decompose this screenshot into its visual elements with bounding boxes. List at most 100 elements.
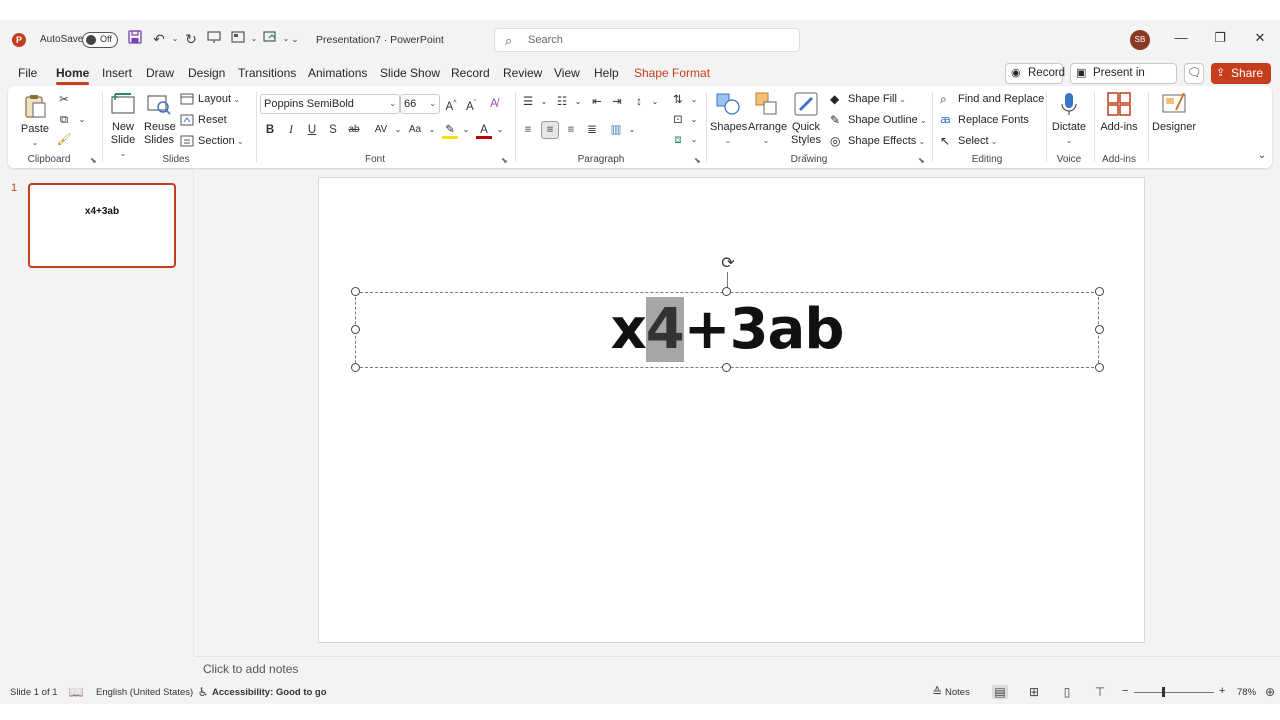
paste-button[interactable]: Paste ⌄ [20, 92, 50, 149]
line-spacing-icon[interactable]: ↕ [631, 94, 647, 110]
tab-view[interactable]: View [554, 66, 580, 80]
tab-help[interactable]: Help [594, 66, 619, 80]
change-case-dropdown-icon[interactable]: ⌄ [424, 122, 440, 138]
layout-button[interactable]: Layout ⌄ [180, 91, 240, 107]
increase-indent-icon[interactable]: ⇥ [609, 94, 625, 110]
resize-handle-right[interactable] [1095, 325, 1104, 334]
columns-icon[interactable]: ▥ [608, 122, 624, 138]
bullets-dropdown-icon[interactable]: ⌄ [536, 94, 552, 110]
present-from-start-icon[interactable] [205, 30, 223, 48]
tab-home[interactable]: Home [56, 66, 90, 85]
underline-icon[interactable]: U [304, 122, 320, 138]
zoom-slider-thumb[interactable] [1162, 687, 1165, 697]
tab-slide-show[interactable]: Slide Show [380, 66, 440, 80]
zoom-slider-track[interactable] [1134, 692, 1214, 693]
reset-button[interactable]: Reset [180, 112, 227, 128]
replace-fonts-button[interactable]: ꜳ Replace Fonts [940, 112, 1029, 128]
accessibility-status[interactable]: Accessibility: Good to go [212, 687, 327, 698]
tab-animations[interactable]: Animations [308, 66, 367, 80]
font-launcher-icon[interactable]: ⬊ [501, 156, 508, 165]
reuse-slides-button[interactable]: Reuse Slides [144, 90, 176, 147]
decrease-indent-icon[interactable]: ⇤ [589, 94, 605, 110]
justify-icon[interactable]: ≣ [584, 122, 600, 138]
tab-insert[interactable]: Insert [102, 66, 132, 80]
slide-sorter-icon[interactable]: ⊞ [1026, 685, 1042, 699]
notes-toggle[interactable]: Notes [945, 687, 970, 698]
cut-icon[interactable]: ✂ [56, 92, 72, 108]
drawing-launcher-icon[interactable]: ⬊ [918, 156, 925, 165]
bold-icon[interactable]: B [262, 122, 278, 138]
slide-thumbnail[interactable]: x4+3ab [28, 183, 176, 268]
slide-text[interactable]: x4+3ab [355, 292, 1099, 368]
slide[interactable] [318, 177, 1145, 643]
zoom-out-icon[interactable]: − [1122, 685, 1128, 697]
collapse-ribbon-icon[interactable]: ⌄ [1254, 148, 1270, 164]
zoom-level[interactable]: 78% [1237, 687, 1256, 698]
resize-handle-bottom[interactable] [722, 363, 731, 372]
slide-show-icon[interactable]: ⊤ [1092, 685, 1108, 699]
italic-icon[interactable]: I [283, 122, 299, 138]
resize-handle-bottom-left[interactable] [351, 363, 360, 372]
highlight-dropdown-icon[interactable]: ⌄ [458, 122, 474, 138]
comments-button[interactable]: 🗨 [1184, 63, 1204, 84]
shadow-icon[interactable]: S [325, 122, 341, 138]
align-text-icon[interactable]: ⊡ [670, 112, 686, 128]
minimize-icon[interactable]: — [1171, 30, 1191, 45]
text-direction-dropdown-icon[interactable]: ⌄ [686, 92, 702, 108]
resize-handle-top[interactable] [722, 287, 731, 296]
bullets-icon[interactable]: ☰ [520, 94, 536, 110]
customize-toolbar-icon[interactable]: ⌄ [286, 30, 304, 48]
fit-to-window-icon[interactable]: ⊕ [1262, 685, 1278, 699]
accessibility-icon[interactable]: ♿ [195, 685, 211, 699]
tab-record[interactable]: Record [451, 66, 490, 80]
find-and-replace-button[interactable]: ⌕ Find and Replace [940, 91, 1044, 107]
share-button[interactable]: ⇪ Share ⌄ [1211, 63, 1271, 100]
user-avatar[interactable]: SB [1130, 30, 1150, 50]
language[interactable]: English (United States) [96, 687, 193, 698]
autosave-toggle[interactable]: Off [82, 32, 118, 48]
paragraph-launcher-icon[interactable]: ⬊ [694, 156, 701, 165]
character-spacing-icon[interactable]: AV [370, 122, 392, 138]
search-box[interactable]: ⌕ Search [494, 28, 800, 52]
tab-draw[interactable]: Draw [146, 66, 174, 80]
numbering-dropdown-icon[interactable]: ⌄ [570, 94, 586, 110]
font-size-select[interactable]: 66 ⌄ [400, 94, 440, 114]
reading-view-icon[interactable]: ▯ [1059, 685, 1075, 699]
copy-icon[interactable]: ⧉ [56, 112, 72, 128]
section-button[interactable]: Section ⌄ [180, 133, 244, 149]
resize-handle-bottom-right[interactable] [1095, 363, 1104, 372]
change-case-icon[interactable]: Aa [404, 122, 426, 138]
shape-outline-button[interactable]: ✎ Shape Outline ⌄ [830, 112, 927, 128]
font-family-select[interactable]: Poppins SemiBold ⌄ [260, 94, 400, 114]
quick-styles-button[interactable]: Quick Styles ⌄ [788, 90, 824, 160]
zoom-in-icon[interactable]: + [1219, 685, 1225, 697]
tab-transitions[interactable]: Transitions [238, 66, 296, 80]
rotate-handle-icon[interactable]: ⟳ [719, 255, 737, 273]
format-painter-icon[interactable]: 🖌 [56, 132, 72, 148]
text-direction-icon[interactable]: ⇅ [670, 92, 686, 108]
numbering-icon[interactable]: ☷ [554, 94, 570, 110]
save-icon[interactable] [126, 30, 144, 48]
line-spacing-dropdown-icon[interactable]: ⌄ [647, 94, 663, 110]
tab-shape-format[interactable]: Shape Format [634, 66, 710, 80]
dictate-button[interactable]: Dictate ⌄ [1050, 90, 1088, 147]
highlight-color-icon[interactable]: ✎ [442, 122, 458, 139]
increase-font-size-icon[interactable]: A^ [443, 96, 459, 113]
strikethrough-icon[interactable]: ab [346, 122, 362, 138]
align-center-icon[interactable]: ≡ [541, 121, 559, 139]
normal-view-icon[interactable]: ▤ [992, 685, 1008, 699]
designer-button[interactable]: Designer [1152, 90, 1196, 134]
align-left-icon[interactable]: ≡ [520, 122, 536, 138]
align-text-dropdown-icon[interactable]: ⌄ [686, 112, 702, 128]
select-button[interactable]: ↖ Select ⌄ [940, 133, 998, 149]
shapes-button[interactable]: Shapes ⌄ [710, 90, 747, 147]
redo-icon[interactable]: ↻ [182, 30, 200, 48]
notes-pane[interactable]: Click to add notes [194, 656, 1280, 680]
font-color-icon[interactable]: A [476, 122, 492, 139]
add-ins-button[interactable]: Add-ins [1100, 90, 1138, 134]
new-slide-button[interactable]: New Slide ⌄ [108, 90, 138, 160]
spelling-icon[interactable]: 📖 [68, 685, 84, 699]
record-button[interactable]: ◉ Record [1005, 63, 1065, 84]
resize-handle-left[interactable] [351, 325, 360, 334]
smartart-dropdown-icon[interactable]: ⌄ [686, 132, 702, 148]
